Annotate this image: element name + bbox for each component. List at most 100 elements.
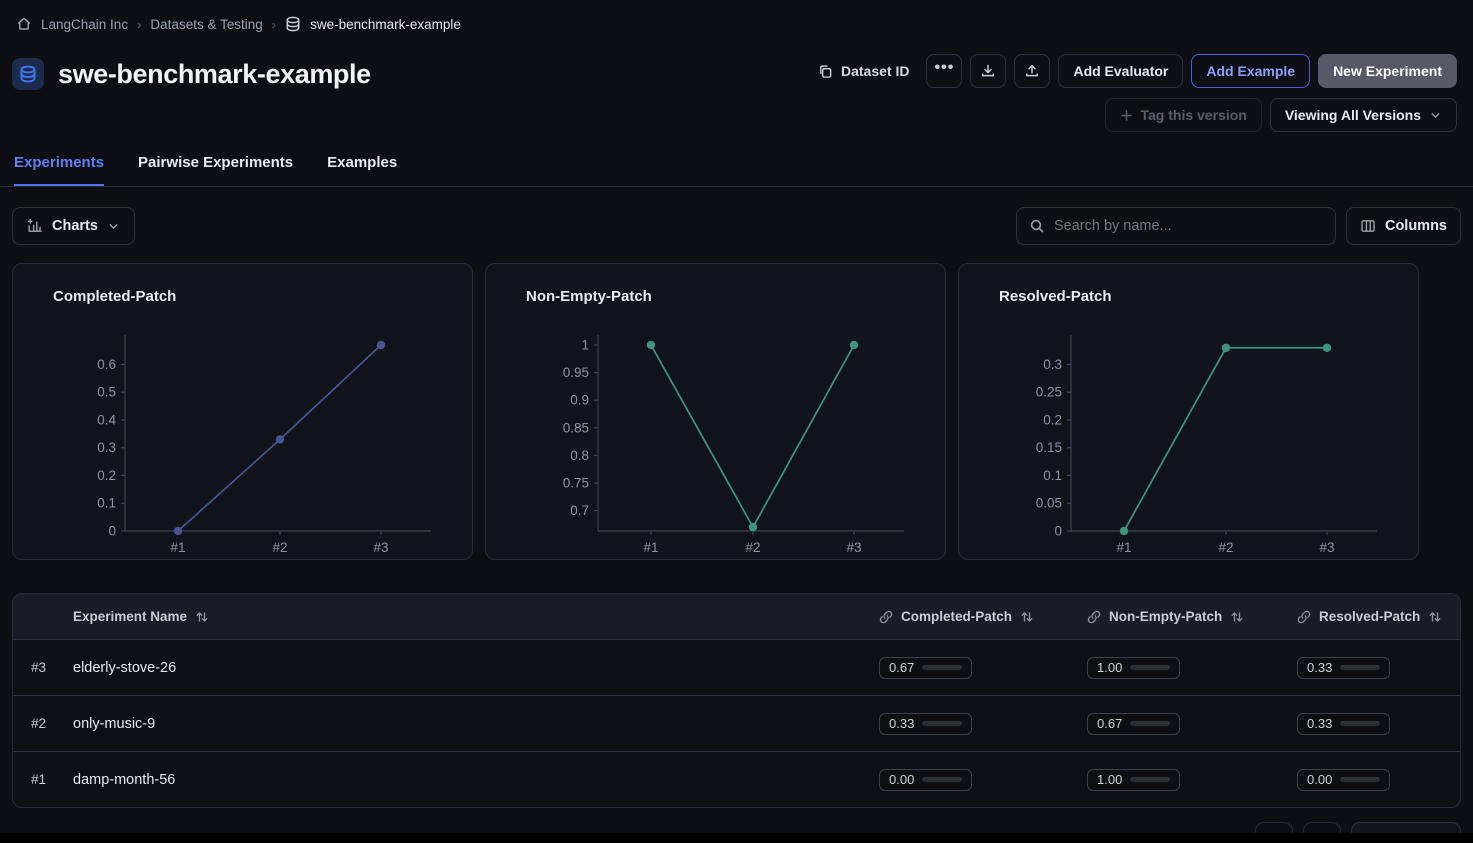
svg-text:#3: #3: [373, 540, 388, 555]
chart-card-resolved-patch: Resolved-Patch 0.30.250.20.150.10.050#1#…: [958, 263, 1419, 560]
link-icon: [1087, 610, 1101, 624]
svg-text:0.1: 0.1: [97, 496, 116, 511]
metric-score-badge[interactable]: 0.67: [879, 657, 972, 679]
experiments-table: Experiment Name Completed-Patch: [12, 593, 1461, 808]
svg-text:1: 1: [581, 338, 589, 353]
experiment-name[interactable]: elderly-stove-26: [73, 660, 879, 676]
score-bar: [1340, 721, 1380, 726]
tab-pairwise-experiments[interactable]: Pairwise Experiments: [138, 146, 293, 186]
page-header: swe-benchmark-example Dataset ID •••: [0, 48, 1473, 132]
score-bar: [1340, 665, 1380, 670]
column-header-experiment-name[interactable]: Experiment Name: [73, 609, 879, 624]
chart-title: Resolved-Patch: [999, 288, 1418, 305]
svg-text:0.9: 0.9: [570, 393, 589, 408]
score-bar: [922, 777, 962, 782]
svg-text:0.95: 0.95: [563, 365, 589, 380]
copy-icon: [818, 64, 833, 79]
metric-score-badge[interactable]: 0.00: [879, 769, 972, 791]
experiment-name[interactable]: only-music-9: [73, 716, 879, 732]
upload-icon: [1024, 63, 1040, 79]
dataset-id-button[interactable]: Dataset ID: [809, 54, 918, 88]
search-input[interactable]: [1054, 218, 1323, 234]
experiment-name[interactable]: damp-month-56: [73, 772, 879, 788]
svg-text:0.75: 0.75: [563, 475, 589, 490]
svg-text:0.4: 0.4: [97, 412, 116, 427]
viewing-versions-dropdown[interactable]: Viewing All Versions: [1270, 98, 1457, 132]
breadcrumb-org[interactable]: LangChain Inc: [41, 17, 128, 32]
svg-text:0: 0: [1054, 524, 1062, 539]
svg-text:0.3: 0.3: [97, 440, 116, 455]
add-example-button[interactable]: Add Example: [1191, 54, 1310, 88]
table-row[interactable]: #1 damp-month-56 0.00 1.00 0.00: [13, 751, 1460, 807]
chart-title: Non-Empty-Patch: [526, 288, 945, 305]
svg-text:#1: #1: [170, 540, 185, 555]
metric-score-badge[interactable]: 1.00: [1087, 769, 1180, 791]
charts-row: Completed-Patch 0.60.50.40.30.20.10#1#2#…: [12, 263, 1461, 560]
home-icon[interactable]: [16, 16, 32, 32]
svg-text:0.05: 0.05: [1036, 496, 1062, 511]
metric-score-badge[interactable]: 0.67: [1087, 713, 1180, 735]
plus-icon: [1120, 109, 1133, 122]
tabs: Experiments Pairwise Experiments Examples: [0, 146, 1473, 187]
table-row[interactable]: #3 elderly-stove-26 0.67 1.00 0.33: [13, 639, 1460, 695]
svg-text:0.6: 0.6: [97, 357, 116, 372]
sort-icon[interactable]: [1428, 610, 1442, 624]
line-chart: 10.950.90.850.80.750.7#1#2#3: [506, 311, 945, 561]
chart-card-non-empty-patch: Non-Empty-Patch 1 0.95 0.9 0.85 0.8 0.75 0.7 #1…: [485, 263, 946, 560]
experiment-rank: #2: [31, 716, 73, 731]
link-icon: [879, 610, 893, 624]
column-header-resolved-patch[interactable]: Resolved-Patch: [1297, 609, 1460, 624]
columns-icon: [1360, 218, 1376, 234]
more-options-button[interactable]: •••: [926, 54, 962, 88]
svg-text:#3: #3: [1319, 540, 1334, 555]
metric-score-badge[interactable]: 1.00: [1087, 657, 1180, 679]
download-icon: [980, 63, 996, 79]
tab-examples[interactable]: Examples: [327, 146, 397, 186]
svg-text:0.7: 0.7: [570, 503, 589, 518]
search-box: [1016, 207, 1336, 245]
svg-text:#2: #2: [745, 540, 760, 555]
svg-text:#2: #2: [272, 540, 287, 555]
column-header-non-empty-patch[interactable]: Non-Empty-Patch: [1087, 609, 1297, 624]
line-chart: 0.30.250.20.150.10.050#1#2#3: [979, 311, 1418, 561]
svg-text:#1: #1: [643, 540, 658, 555]
new-experiment-button[interactable]: New Experiment: [1318, 54, 1457, 88]
chevron-down-icon: [1429, 109, 1442, 122]
search-icon: [1029, 218, 1045, 234]
breadcrumb-datasets[interactable]: Datasets & Testing: [150, 17, 262, 32]
experiment-rank: #1: [31, 772, 73, 787]
sort-icon[interactable]: [1020, 610, 1034, 624]
line-chart: 0.60.50.40.30.20.10#1#2#3: [33, 311, 472, 561]
upload-button[interactable]: [1014, 54, 1050, 88]
sort-icon[interactable]: [1230, 610, 1244, 624]
table-body: #3 elderly-stove-26 0.67 1.00 0.33 #2 on…: [13, 639, 1460, 807]
tag-version-button[interactable]: Tag this version: [1105, 98, 1262, 132]
score-bar: [1130, 665, 1170, 670]
download-button[interactable]: [970, 54, 1006, 88]
chevron-right-icon: ›: [137, 17, 141, 32]
metric-score-badge[interactable]: 0.33: [1297, 657, 1390, 679]
tab-experiments[interactable]: Experiments: [14, 146, 104, 186]
breadcrumb-current: swe-benchmark-example: [310, 17, 461, 32]
sort-icon[interactable]: [195, 610, 209, 624]
score-bar: [1340, 777, 1380, 782]
score-bar: [922, 721, 962, 726]
column-header-completed-patch[interactable]: Completed-Patch: [879, 609, 1087, 624]
metric-score-badge[interactable]: 0.33: [879, 713, 972, 735]
svg-text:0.25: 0.25: [1036, 385, 1062, 400]
columns-button[interactable]: Columns: [1346, 207, 1461, 245]
charts-dropdown-button[interactable]: Charts: [12, 207, 135, 245]
svg-text:0.8: 0.8: [570, 448, 589, 463]
table-row[interactable]: #2 only-music-9 0.33 0.67 0.33: [13, 695, 1460, 751]
svg-text:#1: #1: [1116, 540, 1131, 555]
chart-title: Completed-Patch: [53, 288, 472, 305]
chevron-down-icon: [107, 220, 120, 233]
svg-text:0: 0: [108, 524, 116, 539]
add-evaluator-button[interactable]: Add Evaluator: [1058, 54, 1183, 88]
svg-text:0.85: 0.85: [563, 420, 589, 435]
breadcrumb: LangChain Inc › Datasets & Testing › swe…: [0, 0, 1473, 48]
dataset-icon: [285, 16, 301, 32]
metric-score-badge[interactable]: 0.33: [1297, 713, 1390, 735]
score-bar: [922, 665, 962, 670]
metric-score-badge[interactable]: 0.00: [1297, 769, 1390, 791]
